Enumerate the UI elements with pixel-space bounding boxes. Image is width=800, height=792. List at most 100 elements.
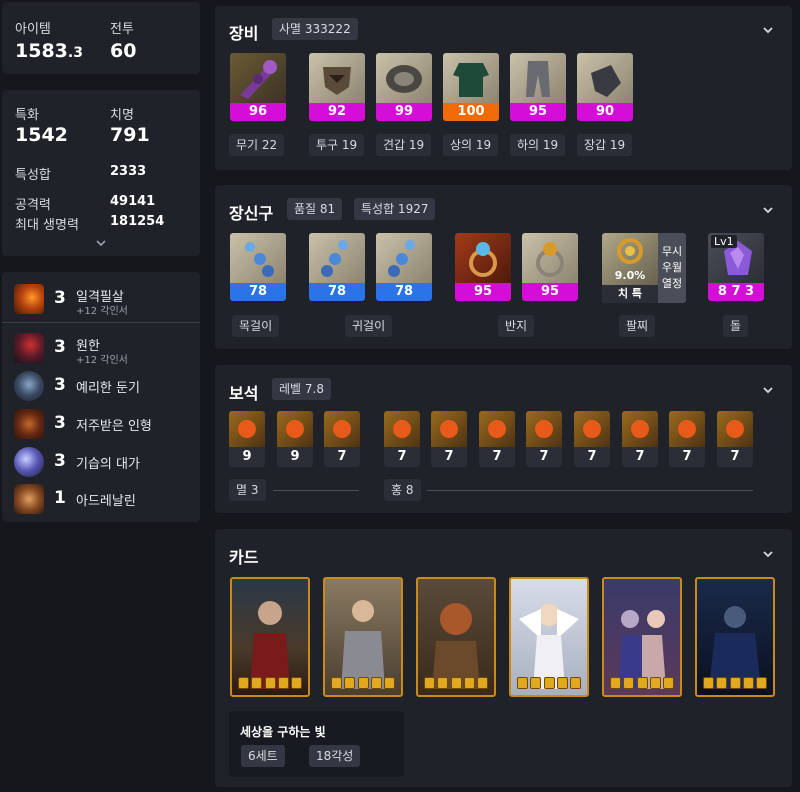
equip-top[interactable]: 100 — [443, 53, 499, 121]
engraving-icon — [14, 284, 44, 314]
expand-chevron-icon[interactable] — [95, 239, 107, 247]
gem-item[interactable]: 7 — [717, 411, 753, 467]
engraving-sub: +12 각인서 — [76, 306, 128, 317]
gem-item[interactable]: 7 — [526, 411, 562, 467]
ring-item[interactable]: 95 — [455, 233, 511, 301]
slot-label: 무기 22 — [229, 134, 285, 156]
ring-item[interactable]: 95 — [522, 233, 578, 301]
weapon-icon — [230, 53, 286, 103]
item-quality: 95 — [522, 283, 578, 301]
gem-icon — [574, 411, 610, 447]
slot-label: 돌 — [723, 315, 749, 337]
item-quality: 90 — [577, 103, 633, 121]
engraving-row[interactable]: 3 일격필살 +12 각인서 — [14, 284, 194, 317]
bracelet-icon: 9.0% 치 특 — [602, 233, 658, 303]
equip-helmet[interactable]: 92 — [309, 53, 365, 121]
engraving-level: 1 — [54, 488, 66, 508]
slot-label: 팔찌 — [619, 315, 656, 337]
collapse-chevron-icon[interactable] — [762, 548, 774, 560]
collapse-chevron-icon[interactable] — [762, 24, 774, 36]
gem-item[interactable]: 7 — [431, 411, 467, 467]
gems-panel: 보석 레벨 7.8 9 9 7 7 7 7 7 7 7 7 7 멸 3 홍 8 — [215, 365, 792, 513]
engraving-name: 저주받은 인형 — [76, 419, 152, 434]
earring-item[interactable]: 78 — [309, 233, 365, 301]
item-quality: 95 — [510, 103, 566, 121]
slot-label: 상의 19 — [443, 134, 499, 156]
item-quality: 99 — [376, 103, 432, 121]
gem-level: 7 — [717, 447, 753, 467]
collapse-chevron-icon[interactable] — [762, 204, 774, 216]
ability-stone-item[interactable]: Lv1 8 7 3 — [708, 233, 764, 301]
gem-item[interactable]: 9 — [277, 411, 313, 467]
gem-level: 7 — [324, 447, 360, 467]
spec-label: 특화 — [15, 108, 39, 123]
card-item[interactable] — [602, 577, 682, 697]
max-hp-label: 최대 생명력 — [15, 218, 79, 233]
stat-total-badge: 특성합 1927 — [354, 198, 436, 220]
gem-item[interactable]: 7 — [384, 411, 420, 467]
collapse-chevron-icon[interactable] — [762, 384, 774, 396]
bracelet-item[interactable]: 9.0% 치 특 무시 우월 열정 — [602, 233, 686, 303]
card-set-count: 6세트 — [241, 745, 285, 767]
ring-icon — [455, 233, 511, 283]
ability-stone-icon: Lv1 — [708, 233, 764, 283]
gem-group-line — [427, 490, 753, 491]
item-quality: 78 — [309, 283, 365, 301]
gem-item[interactable]: 7 — [574, 411, 610, 467]
item-quality: 100 — [443, 103, 499, 121]
gem-icon — [229, 411, 265, 447]
gems-title: 보석 — [229, 384, 259, 403]
engraving-sub: +12 각인서 — [76, 355, 128, 366]
bracelet-stats: 치 특 — [602, 285, 658, 303]
equip-gloves[interactable]: 90 — [577, 53, 633, 121]
engraving-row[interactable]: 3 기습의 대가 — [14, 447, 194, 477]
stone-level: Lv1 — [711, 235, 737, 248]
card-item[interactable] — [416, 577, 496, 697]
necklace-item[interactable]: 78 — [230, 233, 286, 301]
spec-value: 1542 — [15, 124, 68, 146]
combat-level-label: 전투 — [110, 22, 134, 37]
gem-item[interactable]: 9 — [229, 411, 265, 467]
engraving-row[interactable]: 3 예리한 둔기 — [14, 371, 194, 401]
engraving-row[interactable]: 3 저주받은 인형 — [14, 409, 194, 439]
card-item[interactable] — [230, 577, 310, 697]
card-awakening-total: 18각성 — [309, 745, 361, 767]
equip-bottom[interactable]: 95 — [510, 53, 566, 121]
cards-panel: 카드 세상을 구하는 빛 6세트 18각성 — [215, 529, 792, 787]
crit-label: 치명 — [110, 108, 134, 123]
item-quality: 96 — [230, 103, 286, 121]
bottom-icon — [510, 53, 566, 103]
gem-item[interactable]: 7 — [479, 411, 515, 467]
card-set-name: 세상을 구하는 빛 — [240, 725, 326, 739]
slot-label: 귀걸이 — [345, 315, 393, 337]
gem-level: 7 — [574, 447, 610, 467]
gem-item[interactable]: 7 — [324, 411, 360, 467]
gem-group-line — [273, 490, 359, 491]
slot-label: 견갑 19 — [376, 134, 432, 156]
engraving-row[interactable]: 3 원한 +12 각인서 — [14, 333, 194, 366]
earring-icon — [376, 233, 432, 283]
equip-weapon[interactable]: 96 — [230, 53, 286, 121]
attack-value: 49141 — [110, 194, 156, 209]
gloves-icon — [577, 53, 633, 103]
item-quality: 78 — [376, 283, 432, 301]
engraving-level: 3 — [54, 375, 66, 395]
card-item[interactable] — [323, 577, 403, 697]
equipment-title: 장비 — [229, 24, 259, 43]
engraving-level: 3 — [54, 337, 66, 357]
engraving-row[interactable]: 1 아드레날린 — [14, 484, 194, 514]
gem-item[interactable]: 7 — [622, 411, 658, 467]
gem-item[interactable]: 7 — [669, 411, 705, 467]
gem-group-label: 홍 8 — [384, 479, 421, 501]
bracelet-effect: 우월 — [661, 261, 683, 274]
gem-icon — [669, 411, 705, 447]
card-item[interactable] — [509, 577, 589, 697]
earring-item[interactable]: 78 — [376, 233, 432, 301]
gem-icon — [277, 411, 313, 447]
total-stat-value: 2333 — [110, 164, 147, 179]
slot-label: 목걸이 — [232, 315, 280, 337]
card-item[interactable] — [695, 577, 775, 697]
stone-value: 8 7 3 — [708, 283, 764, 301]
equip-shoulder[interactable]: 99 — [376, 53, 432, 121]
engraving-icon — [14, 371, 44, 401]
